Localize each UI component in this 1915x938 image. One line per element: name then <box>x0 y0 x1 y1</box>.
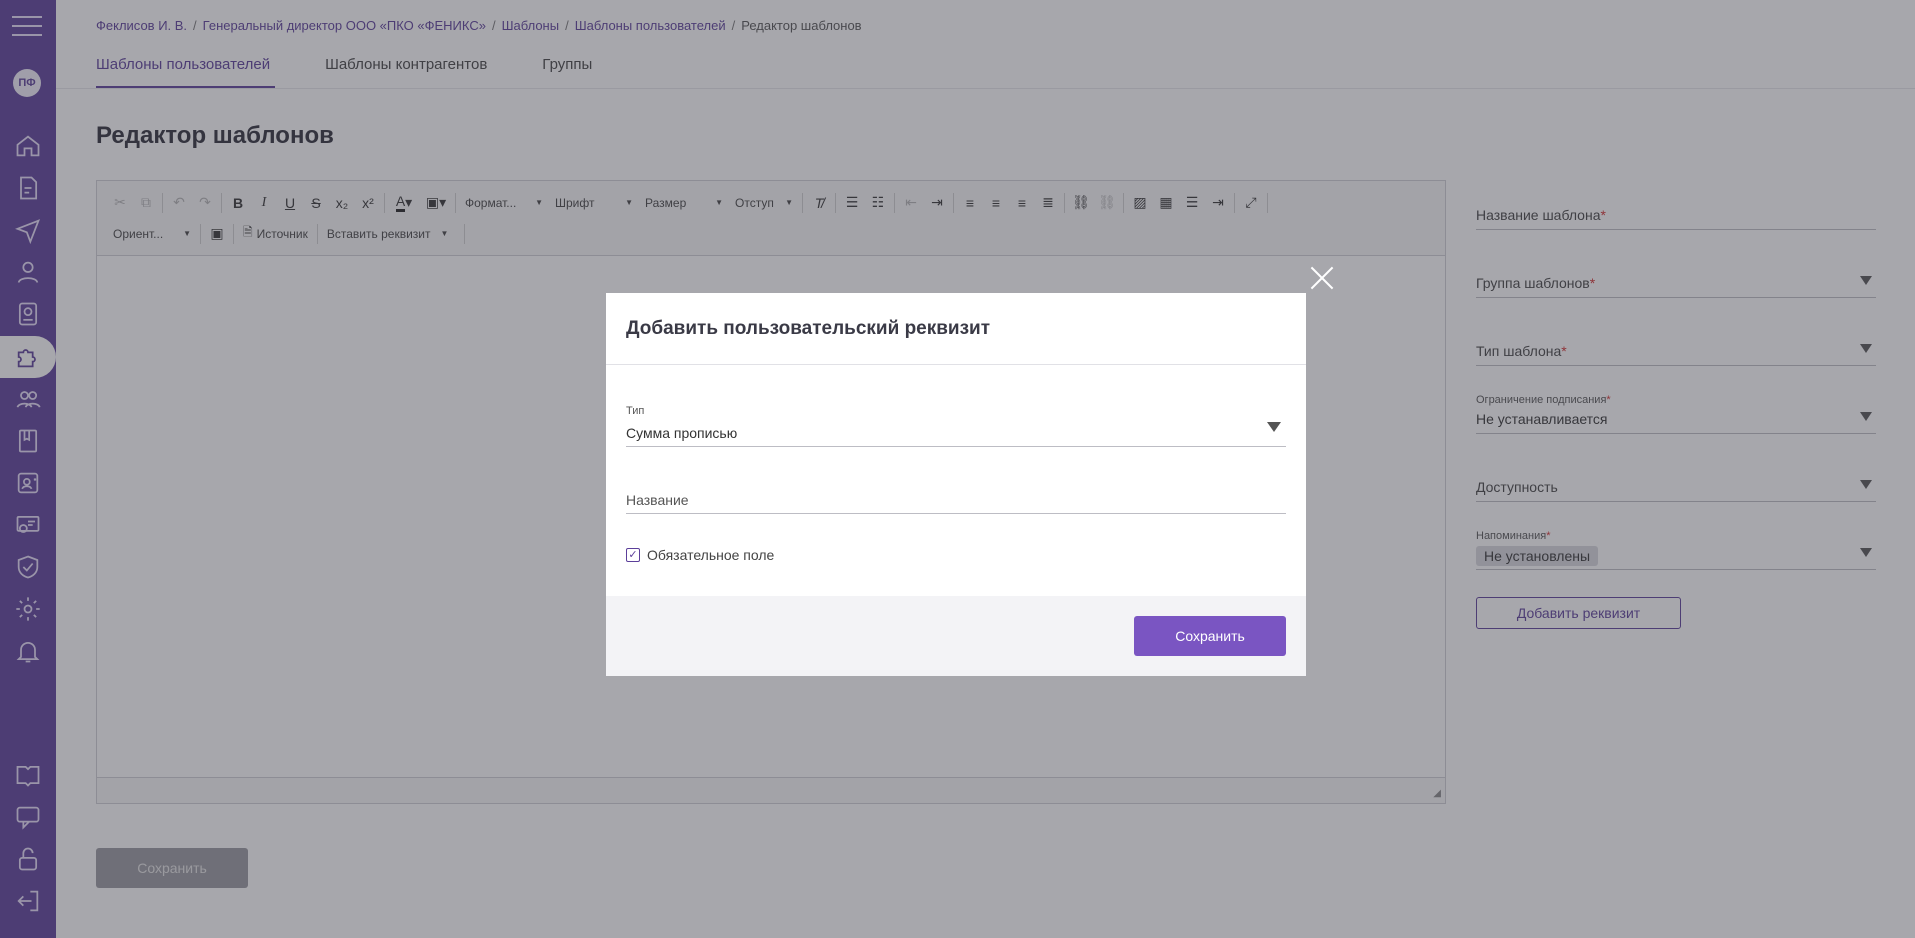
type-select[interactable]: Тип Сумма прописью <box>626 405 1286 447</box>
dialog-header: Добавить пользовательский реквизит <box>606 293 1306 365</box>
dialog-title: Добавить пользовательский реквизит <box>626 318 991 339</box>
add-custom-requisite-dialog: Добавить пользовательский реквизит Тип С… <box>606 293 1306 676</box>
name-placeholder: Название <box>626 492 689 508</box>
dropdown-arrow-icon <box>1267 422 1281 432</box>
close-icon[interactable] <box>1310 266 1334 290</box>
type-value: Сумма прописью <box>626 425 738 441</box>
dialog-footer: Сохранить <box>606 596 1306 676</box>
required-field-checkbox[interactable]: ✓ Обязательное поле <box>626 547 774 563</box>
name-input[interactable]: Название <box>626 478 1286 514</box>
required-field-label: Обязательное поле <box>647 547 775 563</box>
type-label: Тип <box>626 405 645 417</box>
checkbox-checked-icon[interactable]: ✓ <box>626 548 640 562</box>
dialog-save-button[interactable]: Сохранить <box>1134 616 1286 656</box>
